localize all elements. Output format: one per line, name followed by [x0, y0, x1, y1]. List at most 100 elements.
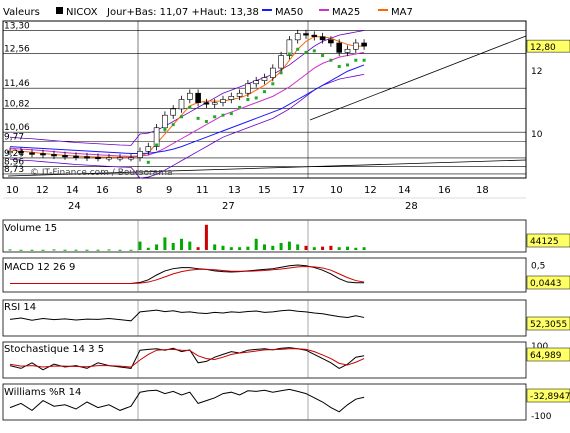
- volume-bar: [221, 245, 225, 250]
- volume-bar: [263, 244, 266, 250]
- trend-line-upper: [309, 35, 527, 121]
- candle-body: [328, 39, 334, 44]
- x-tick-label: 14: [66, 185, 79, 196]
- price-y-tick: 11,46: [4, 79, 30, 89]
- candle-body: [220, 99, 226, 103]
- price-y-tick: 9,77: [4, 132, 24, 142]
- williams-last-value: -32,8947: [530, 392, 570, 402]
- volume-bar: [146, 247, 150, 250]
- volume-bar: [180, 238, 183, 250]
- sar-dot: [246, 98, 250, 101]
- candle-body: [361, 42, 367, 47]
- candle-body: [187, 92, 193, 100]
- symbol-swatch: [56, 7, 63, 14]
- legend-swatch-ma50: [262, 9, 272, 11]
- volume-bar: [346, 246, 349, 250]
- candle-body: [294, 33, 301, 41]
- candle-body: [278, 55, 284, 69]
- volume-bar: [155, 244, 159, 250]
- candle-body: [261, 77, 268, 81]
- candle-body: [303, 33, 309, 36]
- candle-body: [236, 92, 243, 97]
- sar-dot: [312, 49, 316, 53]
- candle-body: [178, 99, 185, 110]
- sar-dot: [254, 96, 258, 100]
- price-last-value: 12,80: [530, 43, 556, 53]
- volume-bar: [188, 241, 192, 250]
- x-tick-label: 16: [438, 185, 451, 196]
- candle-body: [95, 156, 101, 160]
- sar-dot: [263, 90, 266, 94]
- header-label: Valeurs: [3, 7, 40, 18]
- bollinger-lower: [9, 73, 365, 179]
- sar-dot: [271, 82, 275, 86]
- volume-bar: [229, 247, 233, 250]
- x-tick-label: 15: [258, 185, 271, 196]
- legend-swatch-ma25: [319, 9, 329, 11]
- williams-panel-frame: [2, 383, 527, 421]
- candle-body: [211, 102, 218, 105]
- candle-body: [106, 157, 112, 160]
- candle-body: [51, 154, 57, 157]
- header-symbol: NICOX: [66, 7, 98, 18]
- candle-body: [336, 42, 343, 53]
- volume-last-value: 44125: [530, 237, 559, 247]
- volume-bar: [296, 244, 300, 250]
- candle-body: [319, 36, 326, 41]
- candle-body: [62, 155, 68, 158]
- stock-chart: Valeurs NICOX Jour+Bas: 11,07 +Haut: 13,…: [2, 7, 570, 422]
- volume-bar: [254, 238, 258, 250]
- volume-bar: [279, 243, 283, 250]
- sar-dot: [213, 115, 217, 119]
- volume-bar: [30, 249, 34, 251]
- legend: MA50 MA25 MA7: [262, 7, 413, 18]
- sar-dot: [296, 47, 300, 51]
- sar-dot: [279, 71, 283, 75]
- x-group-label: 24: [68, 201, 81, 212]
- x-tick-label: 18: [476, 185, 489, 196]
- candle-body: [195, 92, 201, 103]
- price-right-tick: 12: [531, 67, 542, 77]
- legend-label-ma50: MA50: [275, 7, 303, 18]
- x-tick-label: 17: [292, 185, 305, 196]
- price-y-tick: 10,82: [4, 99, 30, 109]
- volume-bar: [107, 249, 111, 251]
- candle-body: [352, 42, 359, 50]
- candle-body: [84, 156, 90, 159]
- sar-dot: [146, 160, 150, 164]
- volume-bar: [96, 249, 100, 251]
- candle-body: [170, 108, 176, 116]
- rsi-panel-frame: [2, 299, 527, 337]
- volume-bar: [329, 245, 333, 250]
- x-tick-label: 11: [196, 185, 209, 196]
- macd-last-value: 0,0443: [530, 279, 562, 289]
- price-y-tick: 8,73: [4, 165, 24, 175]
- sar-dot: [346, 63, 349, 67]
- sar-dot: [163, 127, 167, 131]
- sar-dot: [188, 105, 192, 109]
- volume-bar: [138, 241, 142, 250]
- williams-title: Williams %R 14: [4, 387, 81, 398]
- candle-body: [73, 155, 79, 158]
- sar-dot: [204, 119, 208, 123]
- x-tick-label: 12: [36, 185, 49, 196]
- candle-body: [228, 96, 235, 100]
- sar-dot: [155, 143, 159, 147]
- volume-bar: [271, 245, 275, 250]
- volume-bar: [171, 243, 175, 250]
- volume-bar: [362, 247, 366, 250]
- candle-body: [162, 114, 168, 129]
- volume-bar: [19, 249, 23, 251]
- volume-bar: [52, 249, 56, 251]
- sar-dot: [238, 105, 242, 109]
- sar-dot: [221, 113, 225, 117]
- volume-bar: [118, 249, 122, 251]
- x-tick-label: 10: [6, 185, 19, 196]
- candle-body: [245, 83, 251, 94]
- price-y-tick: 12,56: [4, 45, 30, 55]
- sar-dot: [229, 112, 233, 116]
- rsi-title: RSI 14: [4, 302, 36, 313]
- williams-right-tick: -100: [531, 412, 552, 422]
- sar-dot: [171, 123, 175, 127]
- price-y-tick: 13,30: [4, 21, 30, 31]
